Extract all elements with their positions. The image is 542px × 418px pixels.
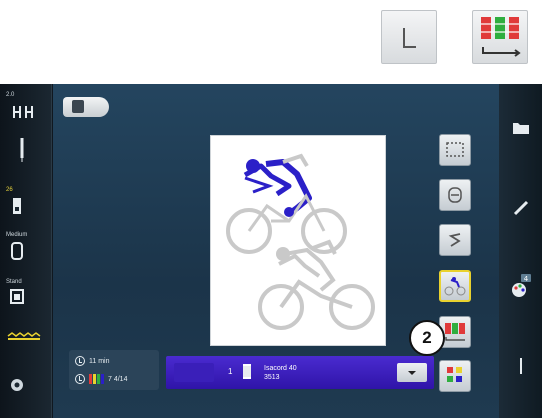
presser-foot-value: 26	[6, 187, 13, 193]
thread-brand: Isacord 40	[264, 365, 297, 372]
hoop-icon[interactable]	[4, 287, 48, 307]
pattern-tab[interactable]	[63, 97, 109, 117]
callout-badge: 2	[409, 320, 445, 356]
time-row: 11 min	[75, 353, 110, 369]
thread-dropdown-button[interactable]	[397, 363, 427, 382]
thread-name: Isacord 40 3513	[264, 364, 297, 382]
frame-colors-icon	[445, 323, 465, 341]
color-sequence-button[interactable]	[439, 270, 471, 302]
time-label: 11 min	[89, 357, 110, 365]
embroidery-canvas[interactable]	[210, 135, 386, 346]
tension-value: 2.0	[6, 92, 15, 98]
color-bars-icon	[89, 374, 104, 384]
needle-icon[interactable]	[4, 136, 48, 162]
needle-stop-icon[interactable]	[507, 352, 535, 380]
color-blocks-button[interactable]	[472, 10, 528, 64]
check-size-button[interactable]	[439, 134, 471, 166]
left-status-bar: 2.0 26 Medium Stand	[0, 84, 52, 418]
frame-colors-icon	[481, 17, 521, 57]
colors-label: 7 4/14	[108, 375, 128, 383]
tension-icon[interactable]	[4, 100, 48, 124]
l-shape-icon	[403, 28, 416, 48]
pattern-tab-icon	[72, 100, 84, 113]
colors-row: 7 4/14	[75, 371, 127, 387]
stabilizer-icon[interactable]	[4, 240, 48, 262]
color-info-button[interactable]	[439, 360, 471, 392]
stitch-order-icon	[448, 233, 461, 247]
cyclist-design	[226, 153, 375, 330]
stitch-order-button[interactable]	[439, 224, 471, 256]
stabilizer-label: Medium	[6, 232, 28, 238]
thread-swatch	[174, 363, 214, 382]
color-squares-icon	[447, 367, 462, 382]
l-shape-button[interactable]	[381, 10, 437, 64]
stitch-info: 11 min 7 4/14	[69, 350, 159, 390]
hoop-label: Stand	[6, 279, 22, 285]
color-palette-icon[interactable]: 4	[507, 272, 535, 300]
edit-icon[interactable]	[507, 194, 535, 222]
cyclist-mini-icon	[444, 277, 466, 296]
thread-number: 1	[228, 367, 233, 376]
center-icon	[448, 187, 462, 203]
settings-icon[interactable]	[4, 374, 48, 396]
right-nav-bar: 4	[499, 84, 542, 418]
presser-foot-icon[interactable]	[4, 195, 48, 217]
thread-color-bar[interactable]: 1 Isacord 40 3513	[166, 356, 434, 389]
spool-icon	[243, 364, 251, 379]
clock-icon	[75, 374, 85, 384]
main-panel: 11 min 7 4/14 1 Isacord 40 3513 2	[53, 84, 499, 418]
thread-code: 3513	[264, 374, 280, 381]
folder-icon[interactable]	[507, 114, 535, 142]
feed-dog-icon[interactable]	[4, 326, 48, 346]
palette-badge: 4	[524, 275, 529, 283]
center-button[interactable]	[439, 179, 471, 211]
embroidery-screen: 2.0 26 Medium Stand 11 min 7 4/14 1 Isac…	[0, 84, 542, 418]
clock-icon	[75, 356, 85, 366]
dotted-frame-icon	[446, 142, 464, 157]
